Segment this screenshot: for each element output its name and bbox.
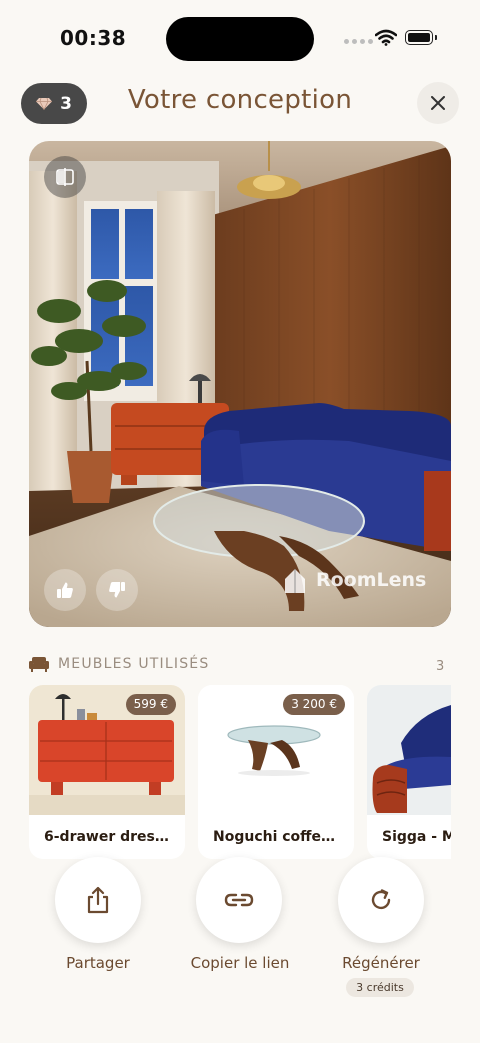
share-label: Partager <box>66 954 130 972</box>
dynamic-island <box>166 17 314 61</box>
status-time: 00:38 <box>60 26 127 50</box>
product-card[interactable]: Sigga - Modular sofa <box>367 685 451 859</box>
product-image: 599 € <box>29 685 185 815</box>
product-card[interactable]: 3 200 € Noguchi coffee table <box>198 685 354 859</box>
compare-button[interactable] <box>44 156 86 198</box>
watermark-text: RoomLens <box>316 569 427 591</box>
signal-icon <box>344 39 373 44</box>
product-card[interactable]: 599 € 6-drawer dresser <box>29 685 185 859</box>
product-name: Sigga - Modular sofa <box>382 829 451 845</box>
price-badge: 599 € <box>125 694 176 715</box>
regenerate-cost-badge: 3 crédits <box>346 978 414 997</box>
thumbs-up-icon <box>57 582 73 598</box>
regenerate-button[interactable] <box>338 857 424 943</box>
product-name: 6-drawer dresser <box>44 829 175 845</box>
refresh-icon <box>371 889 391 910</box>
compare-icon <box>56 168 74 186</box>
product-image <box>367 685 451 815</box>
regenerate-label: Régénérer <box>342 954 420 972</box>
link-icon <box>224 893 254 907</box>
share-icon <box>87 886 109 914</box>
copy-link-label: Copier le lien <box>190 954 290 972</box>
share-button[interactable] <box>55 857 141 943</box>
like-button[interactable] <box>44 569 86 611</box>
battery-icon <box>405 30 437 45</box>
design-image <box>29 141 451 627</box>
page-title: Votre conception <box>127 85 353 115</box>
dislike-button[interactable] <box>96 569 138 611</box>
price-badge: 3 200 € <box>283 694 345 715</box>
watermark: RoomLens <box>282 565 426 595</box>
section-count: 3 <box>436 659 445 674</box>
product-name: Noguchi coffee table <box>213 829 344 845</box>
close-icon <box>431 96 445 110</box>
thumbs-down-icon <box>109 582 125 598</box>
sofa-icon <box>29 657 49 672</box>
section-title: MEUBLES UTILISÉS <box>58 656 210 672</box>
wifi-icon <box>374 29 398 50</box>
close-button[interactable] <box>417 82 459 124</box>
furniture-section-header: MEUBLES UTILISÉS <box>29 656 209 672</box>
copy-link-button[interactable] <box>196 857 282 943</box>
product-image: 3 200 € <box>198 685 354 815</box>
roomlens-logo-icon <box>285 569 305 593</box>
